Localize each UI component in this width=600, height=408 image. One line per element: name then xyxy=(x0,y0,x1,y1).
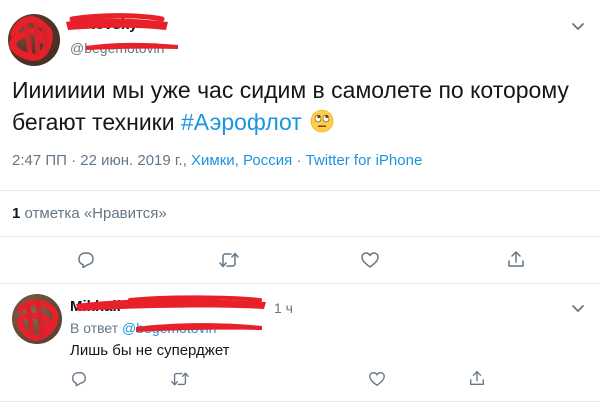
tweet-text: Иииииии мы уже час сидим в самолете по к… xyxy=(12,74,592,138)
reply-author-avatar[interactable] xyxy=(12,294,62,344)
reply-name-redaction xyxy=(76,295,266,311)
meta-separator: · xyxy=(296,152,302,169)
tweet-text-line-2-pre: бегают техники xyxy=(12,109,175,135)
divider-3 xyxy=(0,283,600,284)
reply-retweet-icon[interactable] xyxy=(170,370,190,388)
retweet-icon[interactable] xyxy=(218,250,240,270)
reply-time-ago[interactable]: 1 ч xyxy=(274,300,293,316)
tweet-location-link[interactable]: Химки, Россия xyxy=(191,152,292,169)
likes-count: 1 xyxy=(12,205,21,222)
tweet-timestamp[interactable]: 2:47 ПП · 22 июн. 2019 г., xyxy=(12,152,187,169)
reply-icon[interactable] xyxy=(76,250,96,270)
tweet-text-line-1: Иииииии мы уже час сидим в самолете по к… xyxy=(12,77,569,103)
tweet-text-line-2: бегают техники #Аэрофлот xyxy=(12,106,592,138)
handle-redaction xyxy=(86,42,178,50)
likes-label: отметка «Нравится» xyxy=(24,205,167,222)
share-icon[interactable] xyxy=(506,249,526,269)
reply-menu-chevron-icon[interactable] xyxy=(570,300,586,316)
reply-reply-icon[interactable] xyxy=(70,370,88,388)
likes-summary[interactable]: 1 отметка «Нравится» xyxy=(12,205,167,222)
in-reply-prefix: В ответ xyxy=(70,320,119,336)
reply-handle-redaction xyxy=(136,323,262,332)
reply-text: Лишь бы не суперджет xyxy=(70,342,230,359)
divider-4 xyxy=(0,401,600,402)
tweet-meta: 2:47 ПП · 22 июн. 2019 г., Химки, Россия… xyxy=(12,152,422,169)
divider-2 xyxy=(0,236,600,237)
like-heart-icon[interactable] xyxy=(360,250,380,270)
tweet-source-link[interactable]: Twitter for iPhone xyxy=(306,152,423,169)
hashtag-link[interactable]: #Аэрофлот xyxy=(181,109,302,135)
reply-share-icon[interactable] xyxy=(468,369,486,387)
name-redaction xyxy=(66,13,168,30)
tweet-menu-chevron-icon[interactable] xyxy=(570,18,586,34)
rolling-eyes-emoji-icon xyxy=(310,109,334,133)
author-avatar[interactable] xyxy=(8,14,60,66)
reply-like-heart-icon[interactable] xyxy=(368,370,386,388)
divider-1 xyxy=(0,190,600,191)
